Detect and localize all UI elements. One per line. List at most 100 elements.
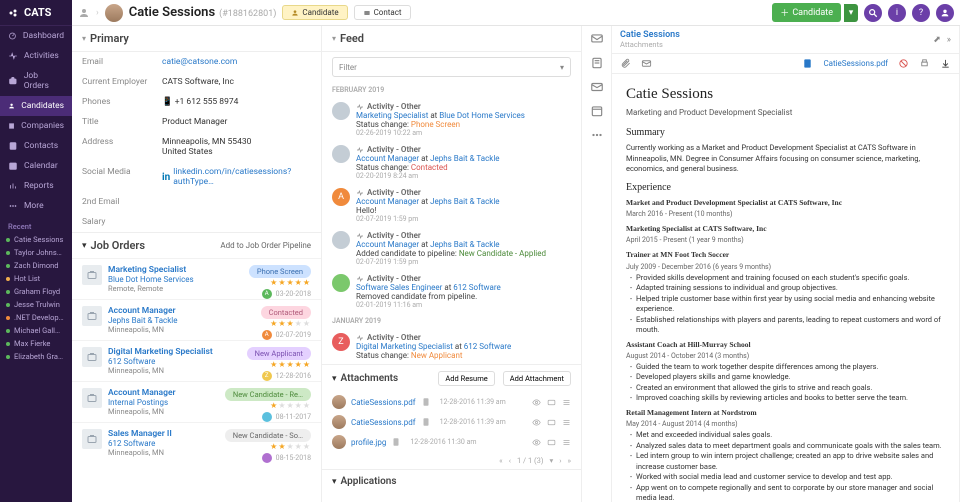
attach-icon[interactable] — [620, 58, 631, 69]
nav-candidates[interactable]: Candidates — [0, 96, 72, 116]
feed-item: Activity - Other Account Manager at Jeph… — [322, 141, 581, 184]
linkedin-link[interactable]: in linkedin.com/in/catiesessions?authTyp… — [162, 167, 311, 187]
avatar — [332, 395, 346, 409]
mail-icon[interactable] — [547, 418, 556, 427]
collapse-icon[interactable]: ▾ — [82, 241, 87, 251]
add-candidate-button[interactable]: ＋ Candidate — [772, 3, 841, 22]
recent-item[interactable]: Jesse Trulwin — [0, 298, 72, 311]
message-icon[interactable] — [590, 32, 604, 46]
doc-toolbar: CatieSessions.pdf — [612, 54, 959, 74]
feed-item: Z Activity - Other Digital Marketing Spe… — [322, 329, 581, 364]
doc-subtitle: Attachments — [620, 40, 680, 49]
collapse-icon[interactable]: ▾ — [332, 34, 336, 43]
list-icon[interactable] — [562, 398, 571, 407]
add-attachment-button[interactable]: Add Attachment — [503, 371, 571, 386]
search-button[interactable] — [864, 4, 882, 22]
brand-logo: CATS — [0, 0, 72, 26]
avatar — [105, 4, 123, 22]
mail-icon[interactable] — [641, 58, 652, 69]
user-button[interactable] — [936, 4, 954, 22]
nav-contacts[interactable]: Contacts — [0, 136, 72, 156]
collapse-icon[interactable]: ▾ — [332, 374, 337, 384]
file-icon — [421, 397, 431, 407]
info-button[interactable]: i — [888, 4, 906, 22]
calendar-icon[interactable] — [590, 104, 604, 118]
nav-calendar[interactable]: Calendar — [0, 156, 72, 176]
view-icon[interactable] — [532, 398, 541, 407]
attachment-link[interactable]: CatieSessions.pdf — [351, 418, 416, 427]
document-column: Catie Sessions Attachments ⬈ » Ca — [582, 26, 960, 502]
primary-column: ▾ Primary Emailcatie@catsone.com Current… — [72, 26, 322, 502]
job-thumb-icon — [82, 265, 102, 285]
nav-companies[interactable]: Companies — [0, 116, 72, 136]
person-icon — [78, 7, 90, 19]
recent-item[interactable]: Elizabeth Grace Be… — [0, 350, 72, 363]
list-icon[interactable] — [562, 438, 571, 447]
add-resume-button[interactable]: Add Resume — [438, 371, 494, 386]
mail-icon[interactable] — [547, 398, 556, 407]
add-candidate-menu[interactable]: ▾ — [844, 4, 858, 22]
recent-item[interactable]: Max Fierke — [0, 337, 72, 350]
nav-reports[interactable]: Reports — [0, 176, 72, 196]
doc-filename[interactable]: CatieSessions.pdf — [823, 59, 888, 68]
job-thumb-icon — [82, 347, 102, 367]
contact-chip[interactable]: Contact — [354, 5, 411, 20]
collapse-icon[interactable]: ▾ — [82, 34, 86, 43]
doc-title: Catie Sessions — [620, 30, 680, 40]
file-icon — [391, 437, 401, 447]
joborder-card[interactable]: Account ManagerInternal PostingsMinneapo… — [72, 381, 321, 422]
block-icon[interactable] — [898, 58, 909, 69]
view-icon[interactable] — [532, 438, 541, 447]
feed-filter[interactable]: Filter▾ — [332, 57, 571, 77]
recent-item[interactable]: Hot List — [0, 272, 72, 285]
attachment-row: profile.jpg 12-28-2016 11:30 am — [322, 432, 581, 452]
collapse-icon[interactable]: ▾ — [332, 477, 337, 487]
recent-item[interactable]: Taylor Johnson — [0, 246, 72, 259]
attachments-title: Attachments — [341, 373, 399, 384]
email-link[interactable]: catie@catsone.com — [162, 57, 237, 67]
nav-more[interactable]: More — [0, 196, 72, 216]
joborder-card[interactable]: Digital Marketing Specialist612 Software… — [72, 340, 321, 381]
text-icon[interactable] — [590, 56, 604, 70]
applications-title: Applications — [341, 476, 397, 487]
nav-activities[interactable]: Activities — [0, 46, 72, 66]
recent-item[interactable]: .NET Developer — [0, 311, 72, 324]
job-thumb-icon — [82, 429, 102, 449]
doc-tabstrip — [582, 26, 612, 502]
list-icon[interactable] — [562, 418, 571, 427]
pin-icon[interactable]: ⬈ — [933, 35, 941, 45]
more-icon[interactable] — [590, 128, 604, 142]
primary-title: Primary — [90, 32, 129, 45]
recent-item[interactable]: Catie Sessions — [0, 233, 72, 246]
recent-item[interactable]: Graham Floyd — [0, 285, 72, 298]
candidate-name: Catie Sessions(#188162801) — [129, 5, 277, 20]
mail-icon[interactable] — [590, 80, 604, 94]
download-icon[interactable] — [940, 58, 951, 69]
recent-heading: Recent — [0, 216, 72, 233]
recent-item[interactable]: Michael Gallagher — [0, 324, 72, 337]
attachments-pager: «‹ 1 / 1 (3) ▾ ›» — [322, 452, 581, 469]
top-bar: › Catie Sessions(#188162801) Candidate C… — [72, 0, 960, 26]
joborders-title: Job Orders — [91, 239, 145, 252]
feed-item: A Activity - Other Account Manager at Je… — [322, 184, 581, 227]
nav-joborders[interactable]: Job Orders — [0, 66, 72, 96]
attachment-row: CatieSessions.pdf 12-28-2016 11:39 am — [322, 412, 581, 432]
recent-item[interactable]: Zach Dimond — [0, 259, 72, 272]
help-button[interactable]: ? — [912, 4, 930, 22]
avatar — [332, 415, 346, 429]
view-icon[interactable] — [532, 418, 541, 427]
joborder-card[interactable]: Marketing SpecialistBlue Dot Home Servic… — [72, 258, 321, 299]
joborder-card[interactable]: Account ManagerJephs Bait & TackleMinnea… — [72, 299, 321, 340]
print-icon[interactable] — [919, 58, 930, 69]
mail-icon[interactable] — [547, 438, 556, 447]
nav-dashboard[interactable]: Dashboard — [0, 26, 72, 46]
next-icon[interactable]: » — [947, 35, 951, 45]
file-icon — [421, 417, 431, 427]
candidate-chip[interactable]: Candidate — [282, 5, 347, 20]
feed-column: ▾ Feed Filter▾ FEBRUARY 2019 Activity - … — [322, 26, 582, 502]
add-to-pipeline-link[interactable]: Add to Job Order Pipeline — [220, 241, 311, 250]
joborder-card[interactable]: Sales Manager II612 SoftwareMinneapolis,… — [72, 422, 321, 463]
attachment-link[interactable]: CatieSessions.pdf — [351, 398, 416, 407]
avatar — [332, 435, 346, 449]
attachment-link[interactable]: profile.jpg — [351, 438, 386, 447]
